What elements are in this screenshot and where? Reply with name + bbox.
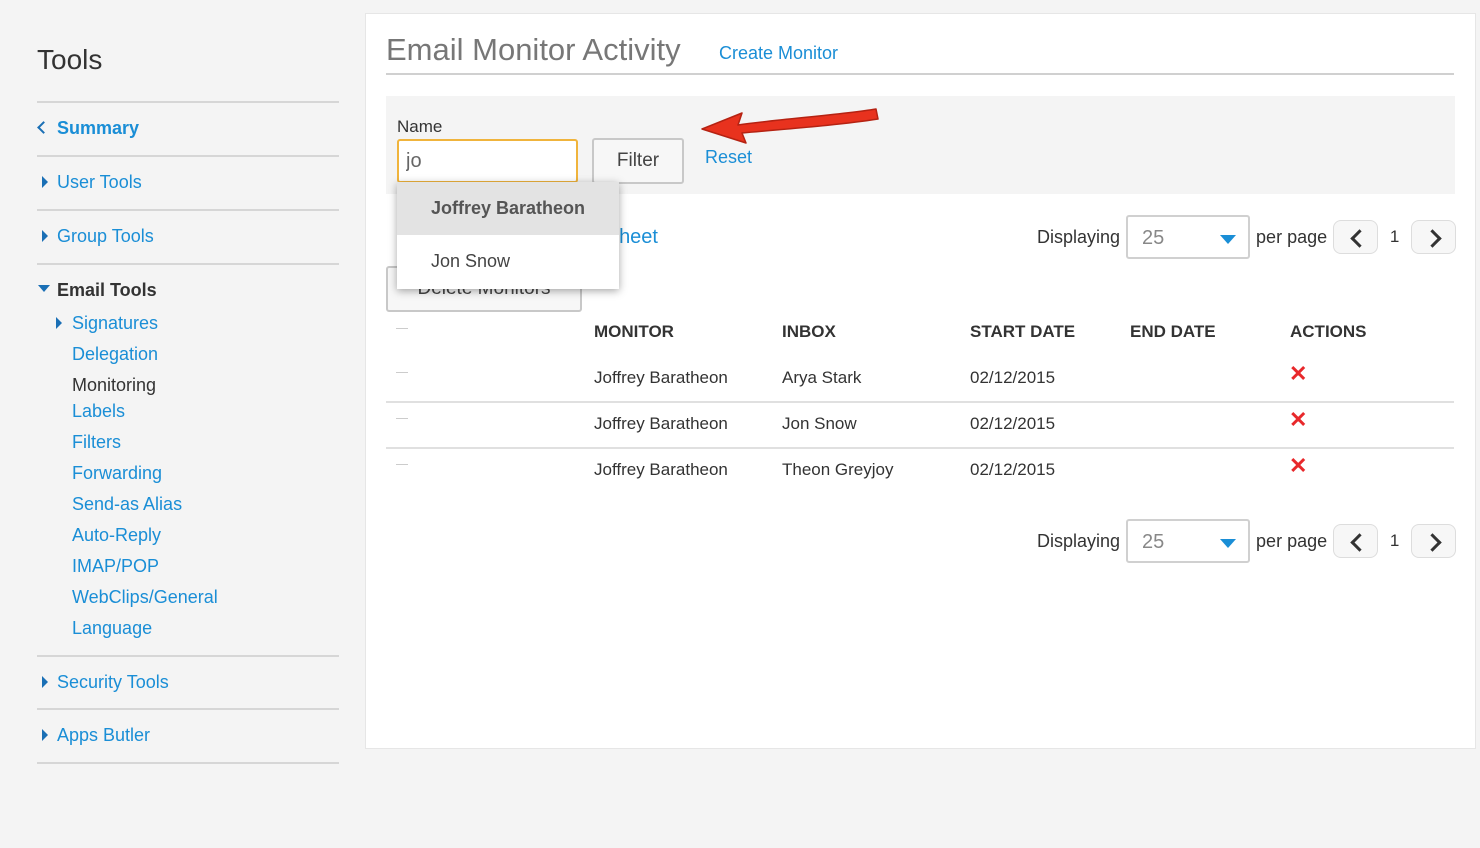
prev-page-button[interactable] (1333, 220, 1379, 254)
table-row: Joffrey Baratheon Arya Stark 02/12/2015 … (386, 355, 1454, 403)
next-page-button[interactable] (1411, 220, 1457, 254)
sidebar-item-label: Security Tools (57, 672, 169, 692)
delete-x-icon[interactable]: ✕ (1289, 363, 1307, 385)
cell-inbox: Theon Greyjoy (782, 460, 894, 479)
pagination-top: Displaying 25 per page 1 (1037, 215, 1457, 259)
per-page-value: 25 (1142, 531, 1165, 553)
sidebar-item-summary[interactable]: Summary (37, 118, 139, 139)
name-label: Name (397, 117, 443, 136)
chevron-left-icon (37, 120, 50, 134)
cell-start-date: 02/12/2015 (970, 460, 1056, 479)
sidebar-subitem-monitoring[interactable]: Monitoring (72, 375, 156, 396)
divider (37, 209, 339, 211)
sidebar-title: Tools (37, 44, 103, 75)
divider (37, 708, 339, 710)
row-select-handle[interactable] (396, 328, 408, 329)
sidebar-subitem-language[interactable]: Language (72, 618, 152, 639)
cell-start-date: 02/12/2015 (970, 414, 1056, 433)
chevron-right-icon (1423, 533, 1442, 552)
annotation-arrow (701, 108, 879, 144)
cell-start-date: 02/12/2015 (970, 368, 1056, 387)
create-monitor-link[interactable]: Create Monitor (719, 43, 838, 64)
sidebar-item-security-tools[interactable]: Security Tools (37, 672, 169, 693)
sidebar-item-email-tools[interactable]: Email Tools (37, 280, 157, 301)
sidebar-subitem-webclips[interactable]: WebClips/General (72, 587, 218, 608)
per-page-select[interactable]: 25 (1126, 519, 1251, 563)
page-number: 1 (1389, 227, 1400, 246)
sidebar-item-user-tools[interactable]: User Tools (37, 172, 142, 193)
chevron-left-icon (1350, 229, 1369, 248)
per-page-value: 25 (1142, 227, 1165, 249)
sidebar-item-label: Summary (57, 118, 140, 138)
sidebar-subitem-labels[interactable]: Labels (72, 401, 125, 422)
sidebar-item-label: User Tools (57, 172, 142, 192)
sidebar-subitem-label: Signatures (72, 313, 159, 333)
triangle-right-icon (42, 175, 48, 188)
sidebar-subitem-filters[interactable]: Filters (72, 432, 121, 453)
row-select-handle[interactable] (396, 464, 408, 465)
divider (37, 655, 339, 657)
sidebar-item-apps-butler[interactable]: Apps Butler (37, 725, 150, 746)
dropdown-caret-icon (1220, 539, 1237, 548)
column-header-inbox[interactable]: INBOX (782, 322, 836, 342)
page-number: 1 (1389, 531, 1400, 550)
filter-button[interactable]: Filter (592, 138, 684, 184)
autocomplete-option[interactable]: Joffrey Baratheon (397, 182, 619, 235)
divider (37, 762, 339, 764)
sidebar-subitem-send-as-alias[interactable]: Send-as Alias (72, 494, 182, 515)
sidebar-subitem-signatures[interactable]: Signatures (56, 313, 159, 334)
name-filter-input[interactable] (397, 139, 578, 183)
displaying-label: Displaying (1037, 530, 1121, 551)
cell-monitor: Joffrey Baratheon (594, 368, 728, 387)
triangle-right-icon (42, 675, 48, 688)
sidebar-item-group-tools[interactable]: Group Tools (37, 226, 154, 247)
chevron-left-icon (1350, 533, 1369, 552)
sidebar-subitem-auto-reply[interactable]: Auto-Reply (72, 525, 161, 546)
autocomplete-dropdown: Joffrey Baratheon Jon Snow (397, 182, 619, 289)
title-divider (386, 73, 1454, 75)
delete-x-icon[interactable]: ✕ (1289, 409, 1307, 431)
pagination-bottom: Displaying 25 per page 1 (1037, 519, 1457, 563)
sidebar-subitem-delegation[interactable]: Delegation (72, 344, 158, 365)
sidebar-item-label: Apps Butler (57, 725, 151, 745)
displaying-label: Displaying (1037, 226, 1121, 247)
cell-monitor: Joffrey Baratheon (594, 460, 728, 479)
divider (37, 101, 339, 103)
next-page-button[interactable] (1411, 524, 1457, 558)
dropdown-caret-icon (1220, 235, 1237, 244)
per-page-select[interactable]: 25 (1126, 215, 1251, 259)
triangle-right-icon (42, 229, 48, 242)
column-header-end-date[interactable]: END DATE (1130, 322, 1216, 342)
triangle-right-icon (42, 728, 48, 741)
chevron-right-icon (1423, 229, 1442, 248)
sidebar-subitem-forwarding[interactable]: Forwarding (72, 463, 162, 484)
column-header-start-date[interactable]: START DATE (970, 322, 1075, 342)
cell-monitor: Joffrey Baratheon (594, 414, 728, 433)
sidebar-subitem-imap-pop[interactable]: IMAP/POP (72, 556, 159, 577)
divider (37, 155, 339, 157)
column-header-monitor[interactable]: MONITOR (594, 322, 674, 342)
cell-inbox: Jon Snow (782, 414, 857, 433)
table-row: Joffrey Baratheon Jon Snow 02/12/2015 ✕ (386, 401, 1454, 449)
row-select-handle[interactable] (396, 418, 408, 419)
per-page-label: per page (1256, 530, 1328, 551)
table-row: Joffrey Baratheon Theon Greyjoy 02/12/20… (386, 447, 1454, 493)
triangle-right-icon (56, 317, 62, 329)
prev-page-button[interactable] (1333, 524, 1379, 558)
triangle-down-icon (38, 284, 50, 292)
cell-inbox: Arya Stark (782, 368, 862, 387)
sidebar-item-label: Group Tools (57, 226, 154, 246)
divider (37, 263, 339, 265)
autocomplete-option[interactable]: Jon Snow (397, 235, 619, 288)
sidebar-item-label: Email Tools (57, 280, 157, 300)
column-header-actions: ACTIONS (1290, 322, 1367, 341)
delete-x-icon[interactable]: ✕ (1289, 455, 1307, 477)
page-title: Email Monitor Activity (386, 32, 681, 67)
row-select-handle[interactable] (396, 372, 408, 373)
per-page-label: per page (1256, 226, 1328, 247)
